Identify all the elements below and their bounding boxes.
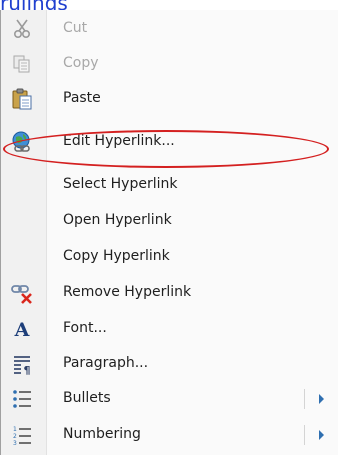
menu-item-numbering[interactable]: 1 2 3 Numbering xyxy=(1,420,338,449)
menu-item-paste[interactable]: Paste xyxy=(1,84,338,113)
submenu-arrow-icon[interactable] xyxy=(319,430,324,440)
paragraph-icon: ¶ xyxy=(11,353,33,377)
menu-item-font[interactable]: A Font... xyxy=(1,314,338,343)
svg-text:¶: ¶ xyxy=(24,364,31,375)
globe-link-icon xyxy=(11,131,33,153)
svg-text:2: 2 xyxy=(13,433,17,440)
svg-text:A: A xyxy=(14,319,30,340)
menu-item-label: Bullets xyxy=(63,390,111,406)
menu-item-open-hyperlink[interactable]: Open Hyperlink xyxy=(1,206,338,235)
menu-item-select-hyperlink[interactable]: Select Hyperlink xyxy=(1,170,338,199)
menu-item-copy[interactable]: Copy xyxy=(1,49,338,78)
svg-text:1: 1 xyxy=(13,426,17,433)
menu-item-label: Select Hyperlink xyxy=(63,176,178,192)
menu-item-paragraph[interactable]: ¶ Paragraph... xyxy=(1,349,338,378)
copy-icon xyxy=(11,53,33,75)
menu-item-label: Paste xyxy=(63,90,101,106)
menu-item-copy-hyperlink[interactable]: Copy Hyperlink xyxy=(1,242,338,271)
menu-item-label: Copy xyxy=(63,55,99,71)
menu-item-label: Cut xyxy=(63,20,88,36)
menu-item-label: Open Hyperlink xyxy=(63,212,172,228)
menu-item-label: Copy Hyperlink xyxy=(63,248,170,264)
remove-link-icon xyxy=(11,282,33,304)
numbering-icon: 1 2 3 xyxy=(11,424,33,447)
menu-item-label: Edit Hyperlink... xyxy=(63,133,175,149)
submenu-separator xyxy=(304,389,305,409)
font-icon: A xyxy=(11,318,33,341)
menu-item-label: Font... xyxy=(63,320,107,336)
menu-item-bullets[interactable]: Bullets xyxy=(1,384,338,413)
menu-item-cut[interactable]: Cut xyxy=(1,14,338,43)
menu-item-label: Remove Hyperlink xyxy=(63,284,192,300)
scissors-icon xyxy=(11,18,33,40)
paste-icon xyxy=(11,88,33,110)
menu-item-edit-hyperlink[interactable]: Edit Hyperlink... xyxy=(1,127,338,156)
menu-item-remove-hyperlink[interactable]: Remove Hyperlink xyxy=(1,278,338,307)
menu-item-label: Paragraph... xyxy=(63,355,149,371)
submenu-separator xyxy=(304,425,305,445)
submenu-arrow-icon[interactable] xyxy=(319,394,324,404)
bullets-icon xyxy=(11,388,33,410)
context-menu: Cut Copy Paste Edit Hyperlink... Select … xyxy=(0,10,338,455)
svg-text:3: 3 xyxy=(13,440,17,446)
menu-item-label: Numbering xyxy=(63,426,141,442)
